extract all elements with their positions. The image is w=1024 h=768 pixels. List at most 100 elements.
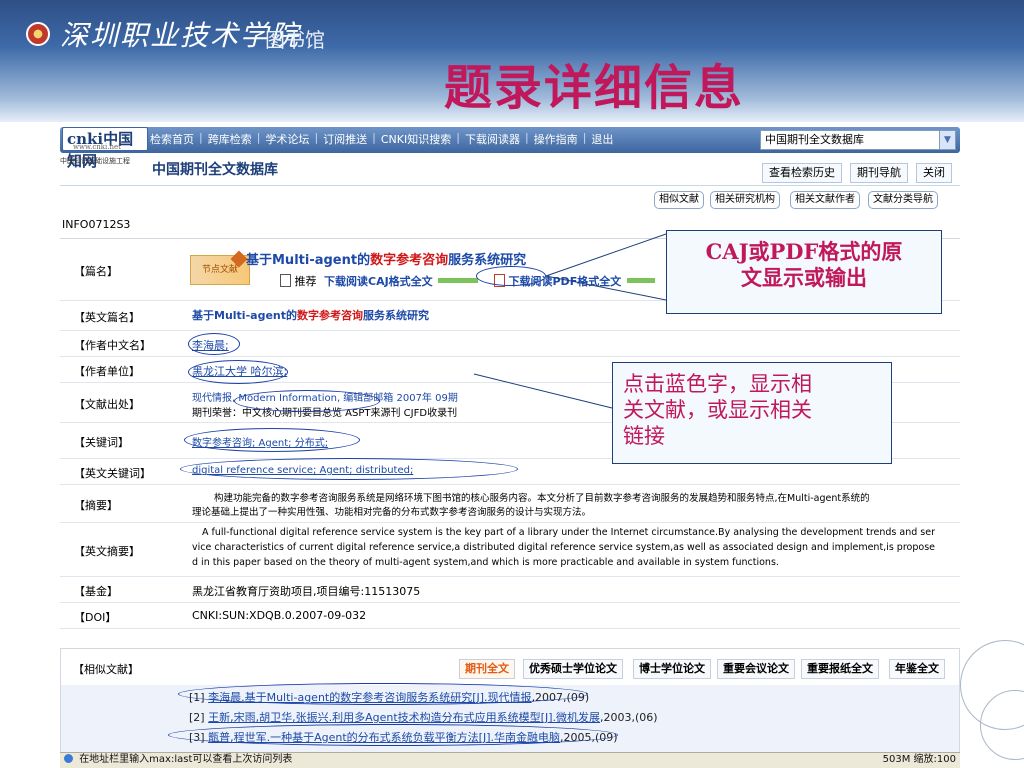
- en-title-value: 基于Multi-agent的数字参考咨询服务系统研究: [192, 309, 429, 322]
- database-select[interactable]: 中国期刊全文数据库 ▼: [760, 130, 956, 150]
- school-emblem-icon: [26, 22, 50, 46]
- title-link[interactable]: 基于Multi-agent的数字参考咨询服务系统研究: [246, 249, 526, 268]
- school-suffix: 图书馆: [265, 28, 325, 52]
- abstract-line2: 理论基础上提出了一种实用性强、功能相对完备的分布式数字参考咨询服务的设计与实现方…: [192, 507, 592, 518]
- tab-doctoral-thesis[interactable]: 博士学位论文: [633, 659, 711, 679]
- en-abstract-line1: A full-functional digital reference serv…: [202, 527, 935, 538]
- top-nav: 检索首页 | 跨库检索 | 学术论坛 | 订阅推送 | CNKI知识搜索 | 下载阅读器 |…: [150, 131, 614, 147]
- pdf-bar-icon: [626, 278, 655, 283]
- nav-cross-search[interactable]: 跨库检索: [208, 131, 252, 147]
- similar-docs-button[interactable]: 相似文献: [654, 191, 704, 209]
- annotation-caj-pdf: CAJ或PDF格式的原 文显示或输出: [666, 230, 942, 314]
- doi-value: CNKI:SUN:XDQB.0.2007-09-032: [192, 609, 367, 622]
- pdf-link-group: 下载阅读PDF格式全文: [494, 273, 655, 289]
- ref-journal-link[interactable]: 华南金融电脑: [494, 731, 560, 744]
- chevron-down-icon[interactable]: ▼: [939, 131, 955, 149]
- cnki-logo-url: www.cnki.net: [73, 143, 121, 151]
- ref-journal-link[interactable]: 微机发展: [556, 711, 600, 724]
- label-en-keywords: 【英文关键词】: [74, 467, 151, 480]
- related-authors-button[interactable]: 相关文献作者: [790, 191, 860, 209]
- list-item: [2] 王新,宋雨,胡卫华,张振兴.利用多Agent技术构造分布式应用系统模型[…: [189, 711, 658, 724]
- ref-title-link[interactable]: 基于Multi-agent的数字参考咨询服务系统研究[J].: [245, 691, 488, 704]
- label-en-abstract: 【英文摘要】: [74, 545, 140, 558]
- caj-download-link[interactable]: 下载阅读CAJ格式全文: [324, 275, 433, 288]
- list-item: [3] 甑普,程世军.一种基于Agent的分布式系统负载平衡方法[J].华南金融…: [189, 731, 618, 744]
- annotation-caj-pdf-line2: 文显示或输出: [741, 265, 867, 290]
- annotation-blue-text-line3: 链接: [623, 424, 665, 448]
- row-en-abstract: 【英文摘要】 A full-functional digital referen…: [60, 523, 960, 577]
- toolbar-divider: [60, 185, 960, 186]
- annotation-blue-text-line1: 点击蓝色字，显示相: [623, 372, 812, 396]
- search-history-button[interactable]: 查看检索历史: [762, 163, 842, 183]
- related-docs-section: 【相似文献】 期刊全文 优秀硕士学位论文 博士学位论文 重要会议论文 重要报纸全…: [60, 648, 960, 763]
- ref-author-link[interactable]: 李海晨.: [208, 691, 245, 704]
- database-title: 中国期刊全文数据库: [152, 162, 278, 178]
- caj-bar-icon: [438, 278, 479, 283]
- en-abstract-line3: d in this paper based on the theory of m…: [192, 557, 779, 568]
- status-right: 503M 缩放:100: [882, 754, 956, 765]
- org-link[interactable]: 黑龙江大学 哈尔滨;: [192, 363, 287, 379]
- pdf-icon: [494, 274, 505, 287]
- label-source: 【文献出处】: [74, 398, 140, 411]
- author-link[interactable]: 李海晨;: [192, 337, 229, 353]
- keywords-links[interactable]: 数字参考咨询; Agent; 分布式;: [192, 434, 328, 449]
- ref-journal-link[interactable]: 现代情报: [488, 691, 532, 704]
- school-name: 深圳职业技术学院: [60, 19, 301, 52]
- ref-title-link[interactable]: 利用多Agent技术构造分布式应用系统模型[J].: [332, 711, 556, 724]
- source-honors: 期刊荣誉：中文核心期刊要目总览 ASPT来源刊 CJFD收录刊: [192, 408, 458, 419]
- tab-conference-papers[interactable]: 重要会议论文: [717, 659, 795, 679]
- nav-knowledge-search[interactable]: CNKI知识搜索: [381, 131, 451, 147]
- tab-masters-thesis[interactable]: 优秀硕士学位论文: [523, 659, 623, 679]
- label-keywords: 【关键词】: [74, 436, 129, 449]
- ref-author-link[interactable]: 王新,宋雨,胡卫华,张振兴.: [208, 711, 332, 724]
- tab-journal-fulltext[interactable]: 期刊全文: [459, 659, 515, 679]
- status-bar: 在地址栏里输入max:last可以查看上次访问列表 503M 缩放:100: [60, 752, 960, 768]
- related-label: 【相似文献】: [73, 663, 139, 676]
- slide-header: 深圳职业技术学院 图书馆 题录详细信息: [0, 0, 1024, 122]
- annotation-blue-text-line2: 关文献，或显示相关: [623, 398, 812, 422]
- en-keywords-links[interactable]: digital reference service; Agent; distri…: [192, 465, 413, 476]
- nav-guide[interactable]: 操作指南: [534, 131, 578, 147]
- nav-download-reader[interactable]: 下载阅读器: [465, 131, 520, 147]
- related-institutions-button[interactable]: 相关研究机构: [710, 191, 780, 209]
- pdf-download-link[interactable]: 下载阅读PDF格式全文: [509, 275, 622, 288]
- database-select-value: 中国期刊全文数据库: [765, 133, 864, 146]
- globe-icon: [64, 754, 73, 763]
- label-abstract: 【摘要】: [74, 499, 118, 512]
- nav-subscribe[interactable]: 订阅推送: [323, 131, 367, 147]
- ref-author-link[interactable]: 甑普,程世军.: [208, 731, 270, 744]
- slide-title: 题录详细信息: [444, 60, 745, 116]
- annotation-blue-text: 点击蓝色字，显示相 关文献，或显示相关 链接: [612, 362, 892, 464]
- label-doi: 【DOI】: [74, 611, 117, 624]
- row-doi: 【DOI】 CNKI:SUN:XDQB.0.2007-09-032: [60, 603, 960, 629]
- tab-yearbook-fulltext[interactable]: 年鉴全文: [889, 659, 945, 679]
- nav-home[interactable]: 检索首页: [150, 131, 194, 147]
- cnki-logo-subtitle: 中国知识基础设施工程: [60, 157, 130, 165]
- nav-forum[interactable]: 学术论坛: [265, 131, 309, 147]
- en-abstract-line2: vice characteristics of current digital …: [192, 542, 935, 553]
- cnki-logo[interactable]: cnki中国知网 www.cnki.net: [62, 127, 148, 170]
- row-author: 【作者中文名】 李海晨;: [60, 331, 960, 357]
- row-fund: 【基金】 黑龙江省教育厅资助项目,项目编号:11513075: [60, 577, 960, 603]
- row-abstract: 【摘要】 构建功能完备的数字参考咨询服务系统是网络环境下图书馆的核心服务内容。本…: [60, 485, 960, 523]
- status-text: 在地址栏里输入max:last可以查看上次访问列表: [79, 754, 293, 765]
- recommend-label: 推荐: [294, 275, 317, 288]
- tab-newspaper-fulltext[interactable]: 重要报纸全文: [801, 659, 879, 679]
- label-org: 【作者单位】: [74, 365, 140, 378]
- close-button[interactable]: 关闭: [916, 163, 952, 183]
- info-code: INFO0712S3: [62, 218, 131, 231]
- nav-logout[interactable]: 退出: [591, 131, 613, 147]
- list-item: [1] 李海晨.基于Multi-agent的数字参考咨询服务系统研究[J].现代…: [189, 691, 590, 704]
- caj-link-group: 推荐 下载阅读CAJ格式全文: [280, 273, 479, 289]
- label-en-title: 【英文篇名】: [74, 311, 140, 324]
- label-author: 【作者中文名】: [74, 339, 151, 352]
- annotation-caj-pdf-line1: CAJ或PDF格式的原: [705, 239, 903, 264]
- ref-title-link[interactable]: 一种基于Agent的分布式系统负载平衡方法[J].: [270, 731, 494, 744]
- fund-value: 黑龙江省教育厅资助项目,项目编号:11513075: [192, 585, 421, 598]
- doc-icon: [280, 274, 291, 287]
- abstract-line1: 构建功能完备的数字参考咨询服务系统是网络环境下图书馆的核心服务内容。本文分析了目…: [214, 493, 870, 504]
- label-fund: 【基金】: [74, 585, 118, 598]
- classification-nav-button[interactable]: 文献分类导航: [868, 191, 938, 209]
- source-link[interactable]: 现代情报, Modern Information, 编辑部邮箱 2007年 09…: [192, 389, 458, 404]
- journal-nav-button[interactable]: 期刊导航: [850, 163, 908, 183]
